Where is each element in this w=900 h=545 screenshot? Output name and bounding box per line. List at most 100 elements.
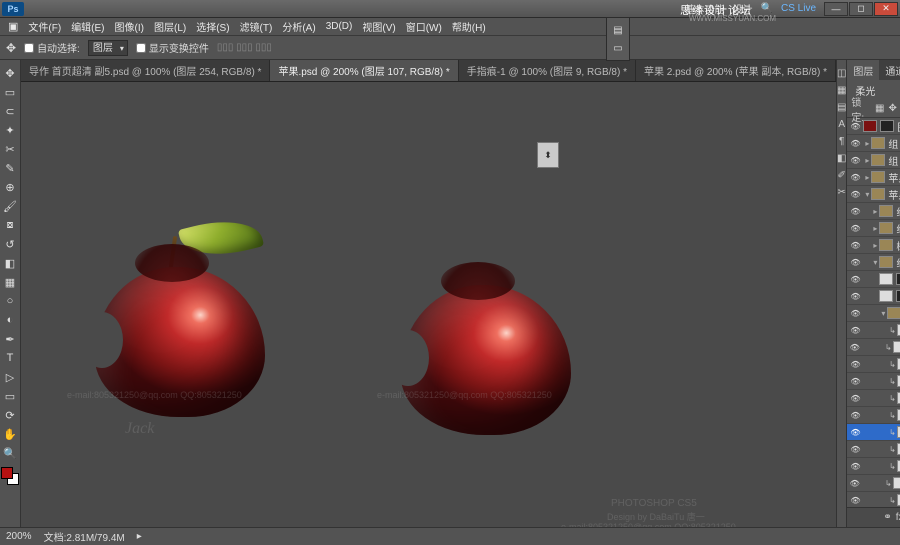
menu-analysis[interactable]: 分析(A) <box>278 17 319 36</box>
layer-row[interactable]: 👁▸组 13 <box>847 203 900 220</box>
lock-pixels-icon[interactable]: ▦ <box>875 103 884 114</box>
fx-icon[interactable]: fx <box>896 512 900 523</box>
heal-tool[interactable]: ⊕ <box>0 178 20 196</box>
char-icon[interactable]: A <box>838 119 845 130</box>
visibility-icon[interactable]: 👁 <box>847 343 862 352</box>
pen-tool[interactable]: ✒ <box>0 330 20 348</box>
document-tab[interactable]: 导作 首页超清 副5.psd @ 100% (图层 254, RGB/8) * <box>21 60 270 82</box>
visibility-icon[interactable]: 👁 <box>847 258 863 267</box>
move-tool[interactable]: ✥ <box>0 64 20 82</box>
tab-layers[interactable]: 图层 <box>847 60 879 81</box>
close-button[interactable]: ✕ <box>874 2 898 16</box>
menu-file[interactable]: 文件(F) <box>24 17 65 36</box>
folder-toggle[interactable]: ▸ <box>871 241 879 250</box>
visibility-icon[interactable]: 👁 <box>847 173 863 182</box>
tool-presets-icon[interactable]: ✂ <box>838 187 846 198</box>
tab-channels[interactable]: 通道 <box>879 60 900 81</box>
layer-row[interactable]: 👁↳图层 107 <box>847 424 900 441</box>
color-swatches[interactable] <box>1 467 19 485</box>
lock-position-icon[interactable]: ✥ <box>888 103 896 114</box>
blur-tool[interactable]: ○ <box>0 292 20 310</box>
visibility-icon[interactable]: 👁 <box>847 224 863 233</box>
folder-toggle[interactable]: ▸ <box>871 207 879 216</box>
minimize-button[interactable]: — <box>824 2 848 16</box>
layer-row[interactable]: 👁▾组 12 <box>847 305 900 322</box>
layer-row[interactable]: 👁▾苹果 <box>847 186 900 203</box>
visibility-icon[interactable]: 👁 <box>847 309 863 318</box>
gradient-tool[interactable]: ▦ <box>0 273 20 291</box>
visibility-icon[interactable]: 👁 <box>847 445 863 454</box>
stamp-tool[interactable]: ⧇ <box>0 216 20 234</box>
folder-toggle[interactable]: ▸ <box>863 139 871 148</box>
layer-row[interactable]: 👁图层 127 <box>847 271 900 288</box>
minibridge-panel[interactable]: ▤ ▭ <box>606 17 630 61</box>
document-tab[interactable]: 苹果 2.psd @ 200% (苹果 副本, RGB/8) * <box>636 60 836 82</box>
wand-tool[interactable]: ✦ <box>0 121 20 139</box>
layer-row[interactable]: 👁图层 95 副本 <box>847 288 900 305</box>
folder-toggle[interactable]: ▾ <box>863 190 871 199</box>
visibility-icon[interactable]: 👁 <box>847 241 863 250</box>
para-icon[interactable]: ¶ <box>839 136 844 147</box>
link-layers-icon[interactable]: ⚭ <box>883 512 891 523</box>
canvas[interactable]: ⬍ e-mail:805321250@qq.com QQ:805321250 e… <box>21 82 836 527</box>
menu-view[interactable]: 视图(V) <box>358 17 399 36</box>
layer-row[interactable]: 👁↳图层 108 <box>847 407 900 424</box>
brush-tool[interactable]: 🖌 <box>0 197 20 215</box>
layer-row[interactable]: 👁↳图层 79 副本 <box>847 339 900 356</box>
folder-toggle[interactable]: ▾ <box>871 258 879 267</box>
visibility-icon[interactable]: 👁 <box>847 496 863 505</box>
autoselect-target-dropdown[interactable]: 图层 <box>88 40 128 56</box>
layer-row[interactable]: 👁↳图层 82 <box>847 441 900 458</box>
layer-row[interactable]: 👁↳图层 <box>847 322 900 339</box>
type-tool[interactable]: T <box>0 349 20 367</box>
usb-device-icon[interactable]: ⬍ <box>537 142 559 168</box>
cslive-link[interactable]: CS Live <box>781 3 816 14</box>
visibility-icon[interactable]: 👁 <box>847 139 863 148</box>
visibility-icon[interactable]: 👁 <box>847 292 863 301</box>
marquee-tool[interactable]: ▭ <box>0 83 20 101</box>
visibility-icon[interactable]: 👁 <box>847 428 863 437</box>
menu-filter[interactable]: 滤镜(T) <box>236 17 277 36</box>
layer-row[interactable]: 👁▸组 8 <box>847 152 900 169</box>
menu-layer[interactable]: 图层(L) <box>150 17 190 36</box>
maximize-button[interactable]: ◻ <box>849 2 873 16</box>
path-tool[interactable]: ▷ <box>0 368 20 386</box>
visibility-icon[interactable]: 👁 <box>847 394 863 403</box>
folder-toggle[interactable]: ▾ <box>879 309 887 318</box>
zoom-tool[interactable]: 🔍 <box>0 444 20 462</box>
layer-row[interactable]: 👁↳图层 … <box>847 458 900 475</box>
visibility-icon[interactable]: 👁 <box>847 156 863 165</box>
minibridge-icon[interactable]: ▤ <box>613 21 622 39</box>
autoselect-checkbox[interactable] <box>24 43 34 53</box>
hand-tool[interactable]: ✋ <box>0 425 20 443</box>
layer-row[interactable]: 👁↳图层 76 <box>847 492 900 507</box>
visibility-icon[interactable]: 👁 <box>847 411 863 420</box>
shape-tool[interactable]: ▭ <box>0 387 20 405</box>
search-icon[interactable]: 🔍 <box>761 3 773 14</box>
lasso-tool[interactable]: ⊂ <box>0 102 20 120</box>
color-icon[interactable]: ▦ <box>837 85 846 96</box>
visibility-icon[interactable]: 👁 <box>847 360 863 369</box>
dodge-tool[interactable]: ◐ <box>0 311 20 329</box>
folder-toggle[interactable]: ▸ <box>863 173 871 182</box>
zoom-level[interactable]: 200% <box>6 531 32 542</box>
visibility-icon[interactable]: 👁 <box>847 377 863 386</box>
layer-row[interactable]: 👁▸苹果 副本 <box>847 169 900 186</box>
history-icon[interactable]: ◫ <box>837 68 846 79</box>
eyedropper-tool[interactable]: ✎ <box>0 159 20 177</box>
folder-toggle[interactable]: ▸ <box>871 224 879 233</box>
visibility-icon[interactable]: 👁 <box>847 122 863 131</box>
styles-icon[interactable]: ◧ <box>837 153 846 164</box>
brush-panel-icon[interactable]: ✐ <box>838 170 846 181</box>
swatches-icon[interactable]: ▤ <box>837 102 846 113</box>
layer-row[interactable]: 👁图层 119 <box>847 118 900 135</box>
layer-row[interactable]: 👁↳图层 79 <box>847 356 900 373</box>
crop-tool[interactable]: ✂ <box>0 140 20 158</box>
visibility-icon[interactable]: 👁 <box>847 275 863 284</box>
layer-row[interactable]: 👁▾组 11 <box>847 254 900 271</box>
visibility-icon[interactable]: 👁 <box>847 326 863 335</box>
showtransform-checkbox[interactable] <box>136 43 146 53</box>
menu-3d[interactable]: 3D(D) <box>322 19 357 34</box>
visibility-icon[interactable]: 👁 <box>847 462 863 471</box>
document-tab[interactable]: 苹果.psd @ 200% (图层 107, RGB/8) * <box>270 60 458 82</box>
